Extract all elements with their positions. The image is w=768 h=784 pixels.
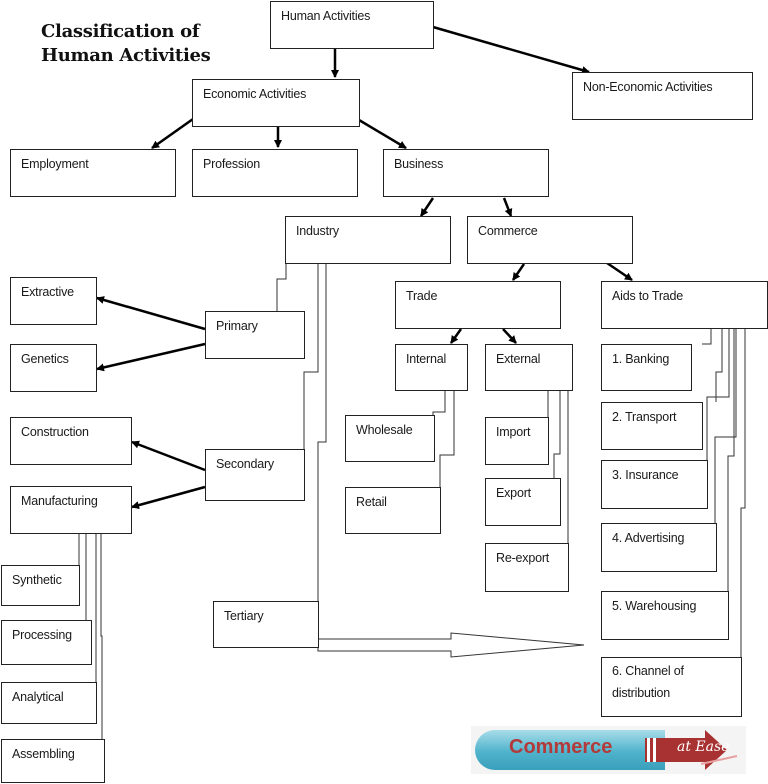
node-wholesale: Wholesale [345,415,435,462]
arrow-trade-to-internal [449,328,463,344]
node-export: Export [485,478,561,526]
connector-aids-insurance [706,329,730,460]
arrow-secondary-to-manufacturing [131,485,206,510]
connector-internal-wholesale [432,391,446,415]
node-banking: 1. Banking [601,344,692,391]
arrow-primary-to-extractive [96,296,206,331]
arrow-human-to-noneconomic [432,25,590,74]
connector-industry-secondary [303,264,319,450]
node-advertising: 4. Advertising [601,523,717,572]
node-primary: Primary [205,311,305,359]
connector-industry-tertiary [317,264,327,602]
node-analytical: Analytical [1,682,97,724]
node-human-activities: Human Activities [270,1,434,49]
arrow-commerce-to-trade [511,263,526,281]
node-internal: Internal [395,344,468,391]
connector-internal-retail [439,391,455,488]
arrow-economic-to-business [358,118,407,150]
tertiary-block-arrow [317,632,585,658]
node-assembling: Assembling [1,739,105,783]
node-business: Business [383,149,549,197]
node-retail: Retail [345,487,441,534]
logo-tagline: at Ease [677,739,730,755]
node-transport: 2. Transport [601,402,703,450]
connector-aids-advertising [714,329,737,523]
arrow-trade-to-external [502,328,517,344]
node-import: Import [485,417,549,465]
node-non-economic-activities: Non-Economic Activities [572,72,753,120]
node-trade: Trade [395,281,561,329]
node-insurance: 3. Insurance [601,460,708,509]
node-tertiary: Tertiary [213,601,319,648]
node-extractive: Extractive [10,277,97,325]
node-economic-activities: Economic Activities [192,79,360,127]
arrow-secondary-to-construction [131,440,206,472]
node-construction: Construction [10,417,132,465]
logo-word: Commerce [509,736,613,758]
node-aids-to-trade: Aids to Trade [601,281,768,329]
arrow-primary-to-genetics [96,342,206,372]
node-re-export: Re-export [485,543,569,592]
node-profession: Profession [192,149,358,197]
node-processing: Processing [1,620,92,665]
node-warehousing: 5. Warehousing [601,591,729,640]
node-manufacturing: Manufacturing [10,486,132,534]
node-genetics: Genetics [10,344,97,392]
node-industry: Industry [285,216,451,264]
arrow-economic-to-employment [151,117,194,150]
connector-aids-banking [702,329,712,345]
node-synthetic: Synthetic [1,565,80,606]
node-employment: Employment [10,149,176,197]
arrow-business-to-industry [419,197,435,217]
node-secondary: Secondary [205,449,305,501]
commerce-at-ease-logo: Commerce at Ease [471,726,746,774]
connector-mfg-assembling [100,533,103,739]
connector-external-export [553,391,561,478]
connector-industry-primary [276,264,287,311]
node-channel-of-distribution: 6. Channel of distribution [601,657,742,717]
node-commerce: Commerce [467,216,633,264]
arrow-business-to-commerce [502,197,513,217]
arrow-commerce-to-aids [606,261,633,282]
node-external: External [485,344,573,391]
connector-aids-channel [740,329,746,657]
connector-aids-transport [715,329,723,402]
